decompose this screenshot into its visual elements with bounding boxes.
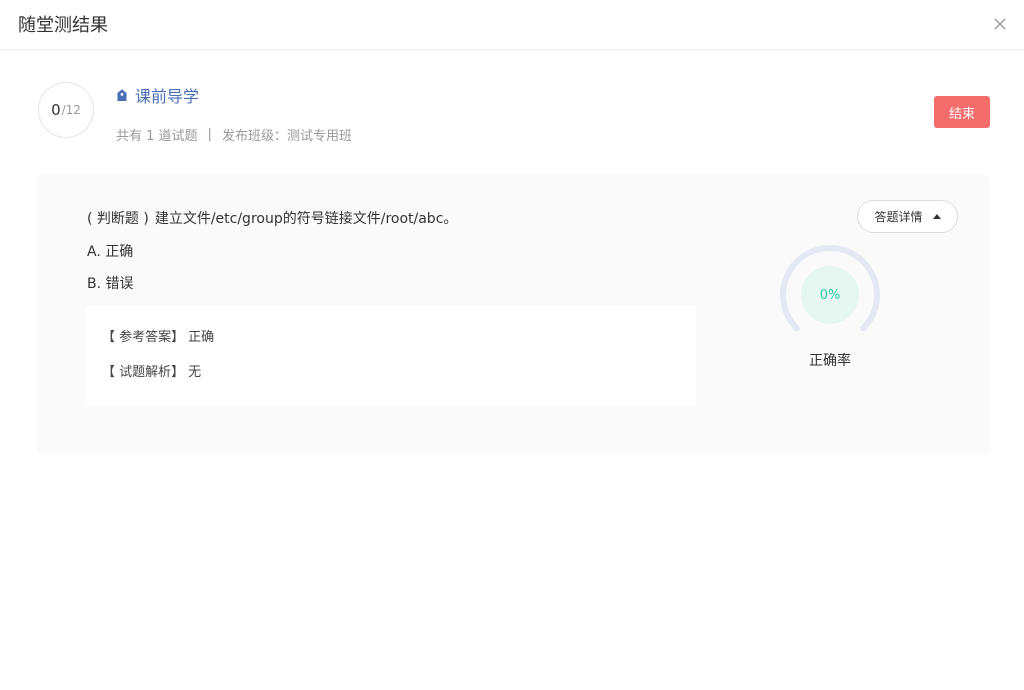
question-stem: 建立文件/etc/group的符号链接文件/root/abc。 — [154, 211, 458, 227]
score-total: /12 — [61, 103, 81, 117]
class-name: 测试专用班 — [286, 128, 352, 144]
accuracy-percent: 0% — [819, 287, 841, 303]
class-label: 发布班级： — [221, 128, 287, 144]
accuracy-label: 正确率 — [809, 353, 851, 369]
test-summary: 0 /12 课前导学 共有 1 道试题 | 发布班级： 测试专用班 结束 — [38, 82, 990, 152]
caret-up-icon — [932, 214, 941, 219]
answer-detail-button[interactable]: 答题详情 — [857, 200, 958, 233]
close-icon — [992, 16, 1008, 32]
reference-answer-key: 【 参考答案】 — [102, 330, 185, 345]
answer-detail-label: 答题详情 — [874, 210, 923, 224]
question-card: ( 判断题 ) 建立文件/etc/group的符号链接文件/root/abc。 A… — [37, 175, 990, 455]
test-meta: 共有 1 道试题 | 发布班级： 测试专用班 — [116, 125, 352, 144]
lesson-title-row: 课前导学 — [116, 84, 199, 106]
analysis-key: 【 试题解析】 — [102, 365, 185, 380]
dialog-header: 随堂测结果 — [0, 0, 1024, 50]
accuracy-gauge: 0% — [779, 244, 881, 346]
lesson-title: 课前导学 — [135, 87, 200, 106]
reference-answer-value: 正确 — [188, 330, 215, 345]
question-count: 共有 1 道试题 — [116, 128, 198, 144]
analysis: 【 试题解析】无 — [102, 364, 201, 382]
analysis-value: 无 — [188, 365, 202, 380]
option-a: A. 正确 — [87, 244, 134, 260]
question-stem-row: ( 判断题 ) 建立文件/etc/group的符号链接文件/root/abc。 — [87, 209, 457, 229]
score-circle: 0 /12 — [38, 82, 94, 138]
meta-separator: | — [207, 126, 212, 142]
close-button[interactable] — [992, 16, 1008, 32]
lesson-tag-icon — [116, 88, 128, 102]
dialog-title: 随堂测结果 — [18, 15, 108, 36]
question-type: ( 判断题 ) — [87, 211, 149, 227]
score-value: 0 — [51, 101, 61, 119]
option-b: B. 错误 — [87, 276, 134, 292]
answer-box: 【 参考答案】 正确 【 试题解析】无 — [86, 306, 696, 405]
reference-answer: 【 参考答案】 正确 — [102, 329, 214, 347]
end-button[interactable]: 结束 — [934, 96, 990, 128]
